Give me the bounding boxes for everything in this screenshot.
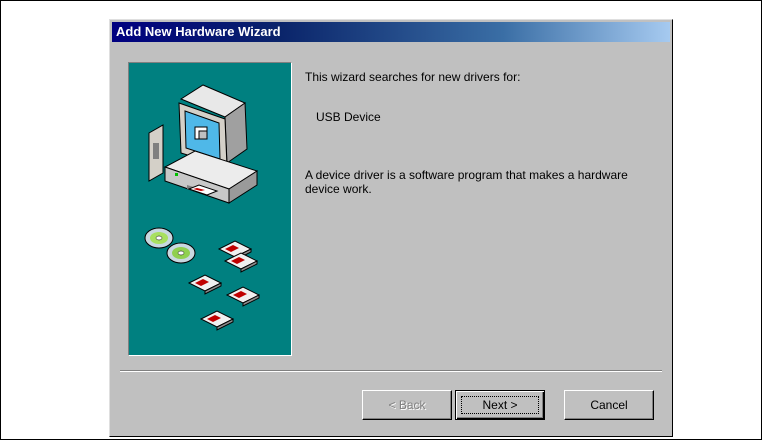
wizard-illustration <box>128 62 292 356</box>
cancel-button-label: Cancel <box>590 398 628 412</box>
driver-description: A device driver is a software program th… <box>305 168 628 196</box>
title-bar[interactable]: Add New Hardware Wizard <box>112 22 670 42</box>
next-button[interactable]: Next > <box>455 390 545 420</box>
wizard-dialog: Add New Hardware Wizard This wizard sear… <box>109 19 673 437</box>
screenshot-frame: Add New Hardware Wizard This wizard sear… <box>0 0 762 440</box>
button-separator <box>120 370 662 372</box>
computer-illustration-icon <box>144 84 261 331</box>
window-title: Add New Hardware Wizard <box>116 24 281 39</box>
back-button-label: < Back <box>388 398 426 412</box>
next-button-label: Next > <box>482 398 518 412</box>
cancel-button[interactable]: Cancel <box>564 390 654 420</box>
back-button[interactable]: < Back <box>362 390 452 420</box>
device-name: USB Device <box>316 110 381 124</box>
intro-text: This wizard searches for new drivers for… <box>305 70 521 84</box>
